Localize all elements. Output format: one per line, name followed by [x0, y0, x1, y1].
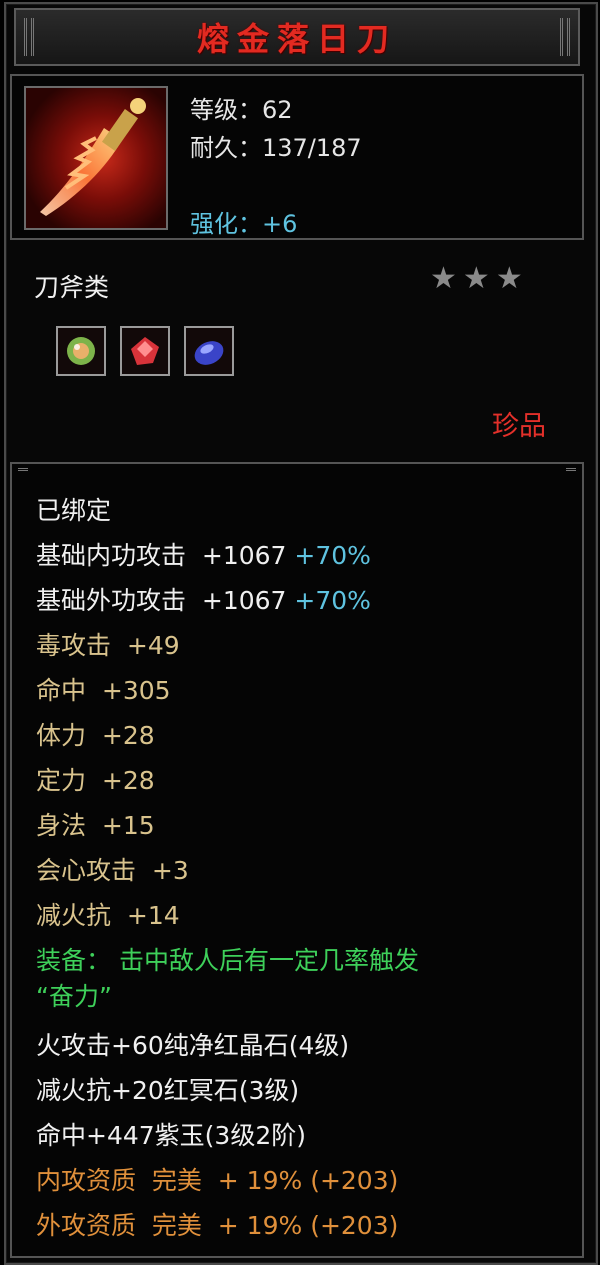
star-icon: ★ — [462, 261, 490, 296]
panel-right-ornament — [566, 468, 576, 486]
attr-focus: 定力 +28 — [36, 766, 155, 795]
red-crystal-gem-icon[interactable] — [120, 326, 170, 376]
attr-agility: 身法 +15 — [36, 811, 155, 840]
outer-aptitude: 外攻资质 完美 + 19% (+203) — [36, 1211, 399, 1240]
purple-jade-gem-icon[interactable] — [184, 326, 234, 376]
gem-bonus-2: 减火抗+20红冥石(3级) — [36, 1076, 300, 1105]
inner-aptitude: 内攻资质 完美 + 19% (+203) — [36, 1166, 399, 1195]
item-icon — [24, 86, 168, 230]
attr-critical: 会心攻击 +3 — [36, 856, 189, 885]
blade-icon — [40, 98, 146, 216]
enhance-stat: 强化：+6 — [190, 210, 298, 238]
durability-stat: 耐久：137/187 — [190, 134, 362, 162]
attr-inner-attack: 基础内功攻击 +1067 +70% — [36, 541, 371, 570]
title-left-ornament — [24, 18, 34, 56]
item-header: 等级：62 耐久：137/187 强化：+6 — [10, 74, 584, 240]
attribute-panel: 已绑定 基础内功攻击 +1067 +70% 基础外功攻击 +1067 +70% … — [10, 462, 584, 1258]
gem-bonus-3: 命中+447紫玉(3级2阶) — [36, 1121, 306, 1150]
item-category: 刀斧类 — [34, 273, 110, 302]
attr-fire-res-reduce: 减火抗 +14 — [36, 901, 180, 930]
star-rating: ★ ★ ★ — [430, 264, 523, 294]
bound-status: 已绑定 — [36, 496, 112, 525]
star-icon: ★ — [430, 261, 457, 296]
attr-outer-attack: 基础外功攻击 +1067 +70% — [36, 586, 371, 615]
equip-effect: 装备： 击中敌人后有一定几率触发 — [36, 946, 419, 975]
star-icon: ★ — [495, 261, 523, 296]
gem-bonus-1: 火攻击+60纯净红晶石(4级) — [36, 1031, 350, 1060]
item-name: 熔金落日刀 — [196, 20, 397, 58]
equip-effect-name: “奋力” — [36, 982, 112, 1011]
attr-poison-attack: 毒攻击 +49 — [36, 631, 180, 660]
title-bar: 熔金落日刀 — [14, 8, 580, 66]
panel-left-ornament — [18, 468, 28, 486]
rarity-label: 珍品 — [492, 411, 546, 442]
attr-stamina: 体力 +28 — [36, 721, 155, 750]
title-right-ornament — [560, 18, 570, 56]
green-round-gem-icon[interactable] — [56, 326, 106, 376]
level-stat: 等级：62 — [190, 96, 293, 124]
attr-hit: 命中 +305 — [36, 676, 171, 705]
